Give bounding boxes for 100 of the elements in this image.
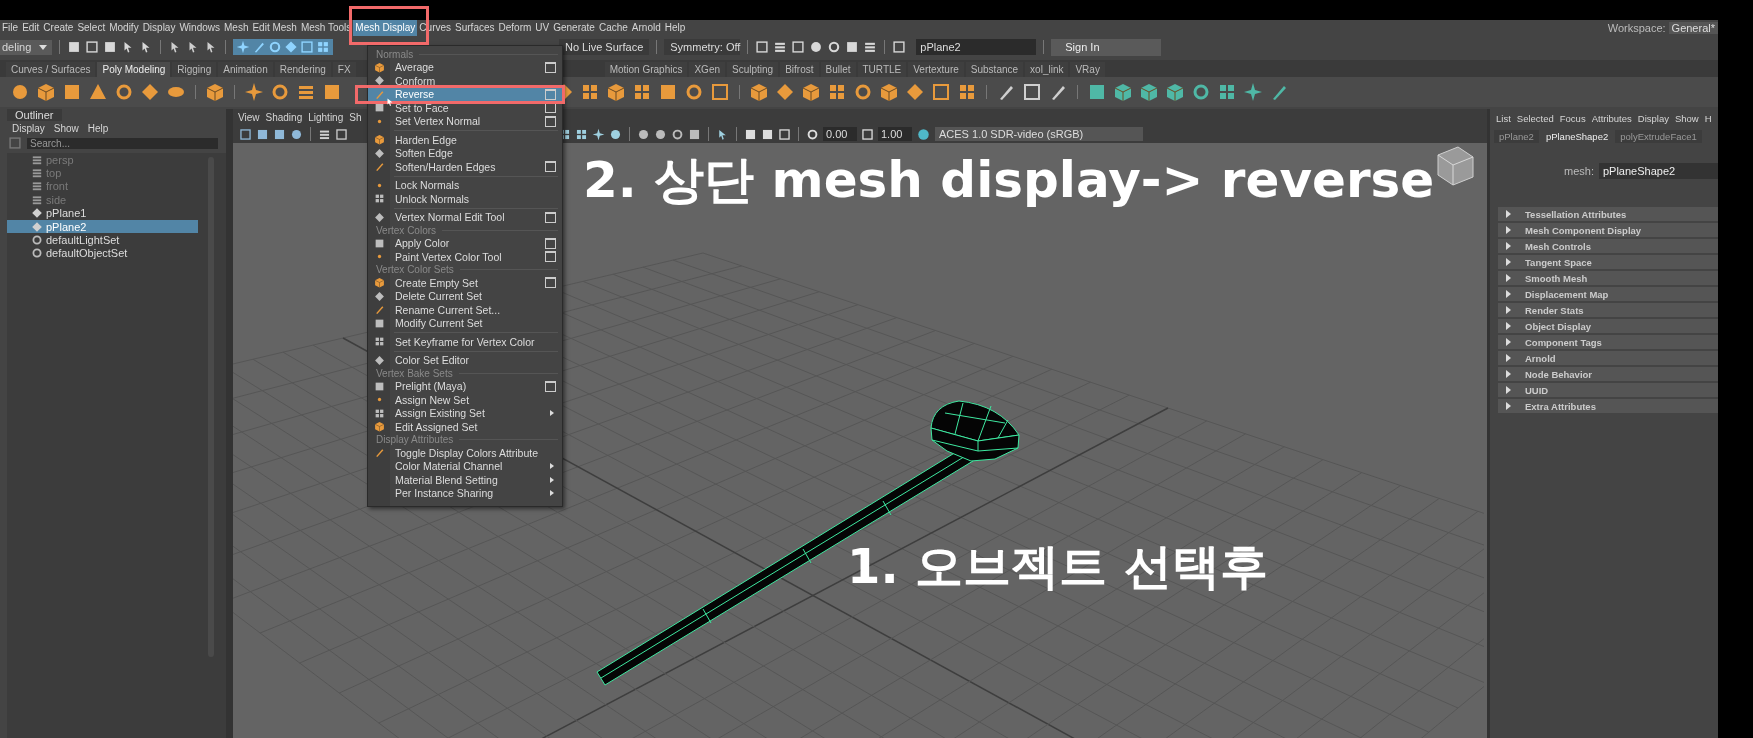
shelf-tab[interactable]: XGen: [689, 62, 725, 77]
square-icon[interactable]: [67, 40, 81, 54]
menu-item[interactable]: Deform: [496, 20, 534, 36]
shelf-tab[interactable]: Bullet: [820, 62, 856, 77]
square-icon[interactable]: [62, 82, 82, 102]
menu-item[interactable]: Help: [87, 122, 109, 134]
shelf-tab[interactable]: TURTLE: [857, 62, 907, 77]
menu-item[interactable]: Display: [1637, 112, 1669, 124]
menu-item[interactable]: Display: [140, 20, 178, 36]
section-header[interactable]: Displacement Map: [1498, 287, 1718, 301]
section-header[interactable]: UUID: [1498, 383, 1718, 397]
menu-item[interactable]: Select: [75, 20, 108, 36]
frame-icon[interactable]: [892, 40, 907, 54]
grid-icon[interactable]: [575, 127, 588, 141]
symmetry-dropdown[interactable]: Symmetry: Off: [664, 39, 741, 55]
menu-item[interactable]: Average: [368, 60, 562, 74]
sphere-icon[interactable]: [637, 127, 650, 141]
shelf-tab[interactable]: Curves / Surfaces: [6, 62, 96, 77]
menu-item[interactable]: Windows: [177, 20, 222, 36]
menu-item[interactable]: Create Empty Set: [368, 276, 562, 290]
menu-item[interactable]: Show: [53, 122, 79, 134]
menu-item[interactable]: Rename Current Set...: [368, 303, 562, 317]
square-icon[interactable]: [1087, 82, 1107, 102]
menu-item[interactable]: Mesh Display: [353, 20, 418, 36]
square-icon[interactable]: [761, 127, 774, 141]
shelf-tab[interactable]: Animation: [218, 62, 273, 77]
star-icon[interactable]: [244, 82, 264, 102]
section-header[interactable]: Component Tags: [1498, 335, 1718, 349]
cube-icon[interactable]: [801, 82, 821, 102]
menu-item[interactable]: File: [0, 20, 21, 36]
section-header[interactable]: Tessellation Attributes: [1498, 207, 1718, 221]
section-header[interactable]: Smooth Mesh: [1498, 271, 1718, 285]
frame-icon[interactable]: [239, 127, 252, 141]
menu-item[interactable]: Soften/Harden Edges: [368, 160, 562, 174]
gamma-field[interactable]: 1.00: [878, 127, 912, 141]
menu-item[interactable]: View: [238, 111, 260, 123]
square-icon[interactable]: [744, 127, 757, 141]
option-box-icon[interactable]: [545, 102, 556, 114]
menu-item[interactable]: Cache: [596, 20, 630, 36]
outliner-item[interactable]: defaultObjectSet: [7, 246, 198, 261]
square-icon[interactable]: [322, 82, 342, 102]
menu-item[interactable]: Shading: [265, 111, 303, 123]
diamond-icon[interactable]: [905, 82, 925, 102]
menu-item[interactable]: Per Instance Sharing: [368, 486, 562, 500]
outliner-item[interactable]: pPlane2: [7, 219, 198, 234]
section-header[interactable]: Arnold: [1498, 351, 1718, 365]
ring-icon[interactable]: [827, 40, 842, 54]
menu-item[interactable]: Edit Assigned Set: [368, 420, 562, 434]
sign-in-dropdown[interactable]: Sign In: [1051, 38, 1162, 56]
grid-icon[interactable]: [580, 82, 600, 102]
section-header[interactable]: Extra Attributes: [1498, 399, 1718, 413]
menu-item[interactable]: Soften Edge: [368, 146, 562, 160]
diamond-icon[interactable]: [373, 211, 385, 223]
menu-item[interactable]: Selected: [1516, 112, 1554, 124]
shelf-tab[interactable]: xol_link: [1025, 62, 1069, 77]
option-box-icon[interactable]: [545, 251, 556, 263]
cube-icon[interactable]: [373, 277, 385, 289]
sphere-icon[interactable]: [10, 82, 30, 102]
ring-icon[interactable]: [853, 82, 873, 102]
square-icon[interactable]: [688, 127, 701, 141]
menu-item[interactable]: Edit: [20, 20, 42, 36]
cube-icon[interactable]: [373, 421, 385, 433]
shelf-tab[interactable]: Bifrost: [780, 62, 819, 77]
shelf-tab[interactable]: Rigging: [172, 62, 217, 77]
square-icon[interactable]: [273, 127, 286, 141]
diamond-icon[interactable]: [775, 82, 795, 102]
node-name-field[interactable]: pPlaneShape2: [1598, 163, 1718, 179]
node-tab[interactable]: pPlane2: [1494, 130, 1539, 143]
search-field[interactable]: Search...: [27, 137, 218, 149]
cone-icon[interactable]: [88, 82, 108, 102]
menu-item[interactable]: Conform: [368, 74, 562, 88]
menu-set-dropdown[interactable]: deling: [0, 39, 52, 55]
sphere-icon[interactable]: [654, 127, 667, 141]
view-cube-icon[interactable]: [1437, 146, 1474, 186]
square-icon[interactable]: [373, 237, 385, 249]
shelf-tab[interactable]: Substance: [965, 62, 1024, 77]
sphere-icon[interactable]: [809, 40, 824, 54]
sphere-icon[interactable]: [916, 126, 931, 142]
ring-icon[interactable]: [671, 127, 684, 141]
shelf-tab[interactable]: Motion Graphics: [604, 62, 688, 77]
menu-item[interactable]: List: [1496, 112, 1511, 124]
menu-item[interactable]: Arnold: [629, 20, 663, 36]
frame-icon[interactable]: [1022, 82, 1042, 102]
menu-item[interactable]: Harden Edge: [368, 133, 562, 147]
menu-item[interactable]: Create: [41, 20, 76, 36]
ring-icon[interactable]: [114, 82, 134, 102]
frame-icon[interactable]: [710, 82, 730, 102]
workspace-dropdown[interactable]: General*: [1668, 22, 1718, 34]
menu-item[interactable]: Paint Vertex Color Tool: [368, 250, 562, 264]
lines-icon[interactable]: [863, 40, 878, 54]
diamond-icon[interactable]: [373, 354, 385, 366]
menu-item[interactable]: Modify Current Set: [368, 316, 562, 330]
square-icon[interactable]: [373, 317, 385, 329]
star-icon[interactable]: [1243, 82, 1263, 102]
outliner-item[interactable]: defaultLightSet: [7, 233, 198, 247]
cube-icon[interactable]: [1113, 82, 1133, 102]
sphere-icon[interactable]: [290, 127, 303, 141]
menu-item[interactable]: Material Blend Setting: [368, 473, 562, 487]
square-icon[interactable]: [373, 102, 385, 114]
node-tab[interactable]: polyExtrudeFace1: [1615, 130, 1702, 143]
